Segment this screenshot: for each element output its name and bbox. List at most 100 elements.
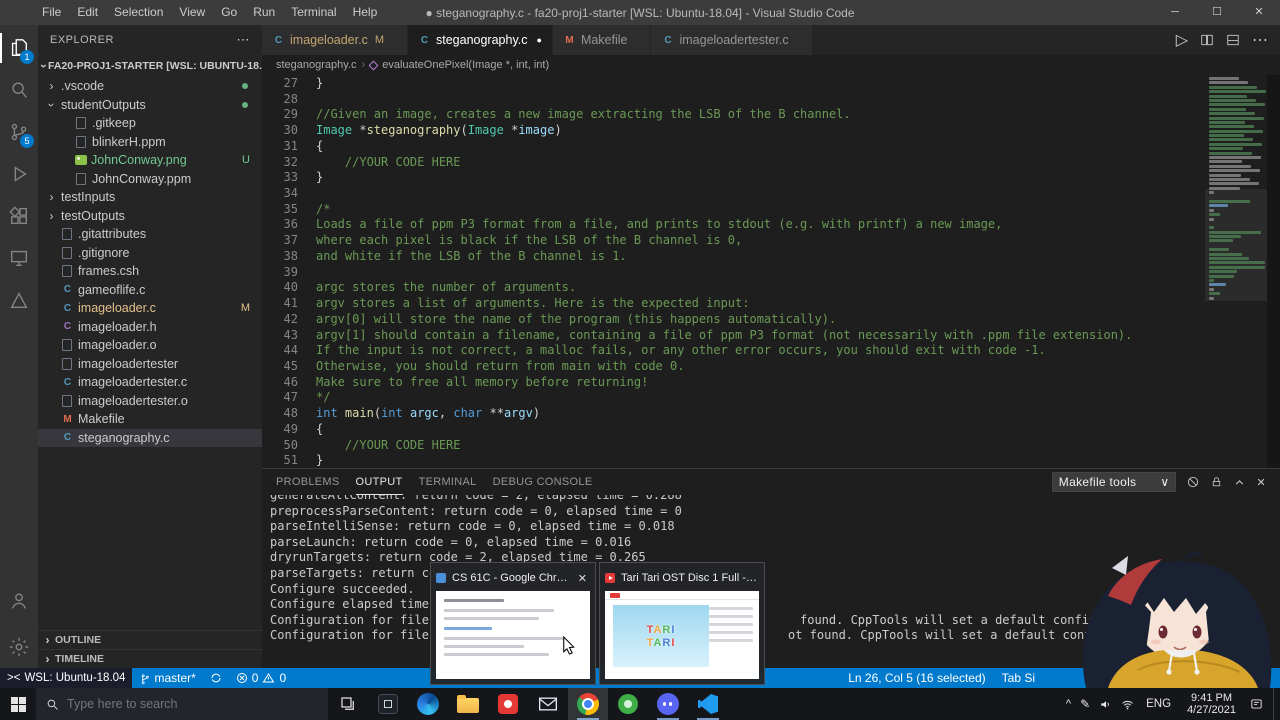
mail-icon[interactable] bbox=[528, 688, 568, 720]
tab-Makefile[interactable]: M Makefile bbox=[552, 25, 652, 55]
split-editor-icon[interactable] bbox=[1200, 33, 1214, 47]
close-button[interactable]: ✕ bbox=[1238, 0, 1280, 25]
notification-center-icon[interactable] bbox=[1249, 697, 1264, 711]
menu-edit[interactable]: Edit bbox=[69, 0, 106, 25]
red-app-icon[interactable] bbox=[488, 688, 528, 720]
explorer-more-icon[interactable]: ⋯ bbox=[237, 32, 251, 48]
line-number[interactable]: 39 bbox=[262, 265, 298, 281]
file-imageloader.h[interactable]: Cimageloader.h bbox=[38, 318, 262, 337]
editor-scrollbar[interactable] bbox=[1267, 75, 1280, 468]
minimize-button[interactable]: ─ bbox=[1154, 0, 1196, 25]
code-line[interactable]: 50 //YOUR CODE HERE bbox=[262, 438, 1205, 454]
run-debug-icon[interactable] bbox=[0, 153, 38, 195]
sync-button[interactable] bbox=[203, 668, 229, 688]
file-JohnConway.ppm[interactable]: JohnConway.ppm bbox=[38, 170, 262, 189]
line-number[interactable]: 35 bbox=[262, 202, 298, 218]
menu-file[interactable]: File bbox=[34, 0, 69, 25]
breadcrumb-file[interactable]: steganography.c bbox=[276, 59, 357, 71]
line-number[interactable]: 51 bbox=[262, 453, 298, 468]
outline-section[interactable]: › OUTLINE bbox=[38, 630, 262, 649]
tray-expand-icon[interactable]: ^ bbox=[1066, 698, 1071, 710]
code-line[interactable]: 46 Make sure to free all memory before re… bbox=[262, 375, 1205, 391]
clear-output-icon[interactable] bbox=[1186, 475, 1200, 489]
line-number[interactable]: 45 bbox=[262, 359, 298, 375]
line-number[interactable]: 28 bbox=[262, 92, 298, 108]
line-number[interactable]: 48 bbox=[262, 406, 298, 422]
menu-terminal[interactable]: Terminal bbox=[283, 0, 344, 25]
menu-go[interactable]: Go bbox=[213, 0, 245, 25]
git-branch-indicator[interactable]: master* bbox=[132, 668, 202, 688]
menu-help[interactable]: Help bbox=[345, 0, 386, 25]
pen-icon[interactable]: ✎ bbox=[1080, 697, 1090, 711]
line-number[interactable]: 32 bbox=[262, 155, 298, 171]
edge-icon[interactable] bbox=[408, 688, 448, 720]
line-number[interactable]: 49 bbox=[262, 422, 298, 438]
line-number[interactable]: 36 bbox=[262, 217, 298, 233]
file-.gitattributes[interactable]: .gitattributes bbox=[38, 225, 262, 244]
line-number[interactable]: 44 bbox=[262, 343, 298, 359]
run-file-icon[interactable]: ▷ bbox=[1176, 30, 1188, 50]
start-button[interactable] bbox=[0, 688, 36, 720]
discord-icon[interactable] bbox=[648, 688, 688, 720]
search-input[interactable] bbox=[67, 697, 297, 711]
code-line[interactable]: 28 bbox=[262, 92, 1205, 108]
test-icon[interactable] bbox=[0, 279, 38, 321]
dirty-dot-icon[interactable]: ● bbox=[537, 35, 542, 45]
code-line[interactable]: 45 Otherwise, you should return from main… bbox=[262, 359, 1205, 375]
vscode-icon[interactable] bbox=[688, 688, 728, 720]
file-imageloadertester.c[interactable]: Cimageloadertester.c bbox=[38, 373, 262, 392]
preview-card-taritari[interactable]: Tari Tari OST Disc 1 Full - Y... TARI TAR… bbox=[599, 562, 765, 685]
code-line[interactable]: 27} bbox=[262, 76, 1205, 92]
code-line[interactable]: 35 /* bbox=[262, 202, 1205, 218]
minimap[interactable] bbox=[1205, 75, 1267, 468]
cursor-position[interactable]: Ln 26, Col 5 (16 selected) bbox=[848, 671, 985, 685]
project-folder-header[interactable]: › FA20-PROJ1-STARTER [WSL: UBUNTU-18.04] bbox=[38, 55, 262, 77]
line-number[interactable]: 29 bbox=[262, 107, 298, 123]
breadcrumb-symbol[interactable]: evaluateOnePixel(Image *, int, int) bbox=[382, 59, 549, 71]
file-JohnConway.png[interactable]: JohnConway.png U bbox=[38, 151, 262, 170]
line-number[interactable]: 37 bbox=[262, 233, 298, 249]
remote-explorer-icon[interactable] bbox=[0, 237, 38, 279]
file-testOutputs[interactable]: › testOutputs bbox=[38, 207, 262, 226]
file-gameoflife.c[interactable]: Cgameoflife.c bbox=[38, 281, 262, 300]
code-line[interactable]: 40 argc stores the number of arguments. bbox=[262, 280, 1205, 296]
preview-card-cs61c[interactable]: CS 61C - Google Chrome ✕ bbox=[430, 562, 596, 685]
line-number[interactable]: 42 bbox=[262, 312, 298, 328]
line-number[interactable]: 46 bbox=[262, 375, 298, 391]
network-icon[interactable] bbox=[1121, 698, 1134, 711]
tab-size-indicator[interactable]: Tab Si bbox=[1002, 671, 1035, 685]
file-.gitkeep[interactable]: .gitkeep bbox=[38, 114, 262, 133]
menu-view[interactable]: View bbox=[171, 0, 213, 25]
breadcrumb[interactable]: steganography.c › evaluateOnePixel(Image… bbox=[262, 55, 1280, 75]
close-panel-icon[interactable]: ✕ bbox=[1256, 476, 1266, 489]
remote-indicator[interactable]: >< WSL: Ubuntu-18.04 bbox=[0, 668, 133, 688]
maximize-panel-icon[interactable] bbox=[1233, 476, 1246, 489]
file-imageloadertester.o[interactable]: imageloadertester.o bbox=[38, 392, 262, 411]
output-log[interactable]: generateAllContent: return code = 2, ela… bbox=[262, 495, 1280, 668]
account-icon[interactable] bbox=[0, 580, 38, 622]
code-line[interactable]: 38 and white if the LSB of the B channel … bbox=[262, 249, 1205, 265]
panel-tab-problems[interactable]: PROBLEMS bbox=[276, 470, 340, 494]
file-frames.csh[interactable]: frames.csh bbox=[38, 262, 262, 281]
code-line[interactable]: 33} bbox=[262, 170, 1205, 186]
code-line[interactable]: 37 where each pixel is black if the LSB o… bbox=[262, 233, 1205, 249]
code-line[interactable]: 39 bbox=[262, 265, 1205, 281]
file-explorer-icon[interactable] bbox=[448, 688, 488, 720]
file-imageloader.c[interactable]: Cimageloader.c M bbox=[38, 299, 262, 318]
source-control-icon[interactable]: 5 bbox=[0, 111, 38, 153]
code-line[interactable]: 29 //Given an image, creates a new image … bbox=[262, 107, 1205, 123]
layout-icon[interactable] bbox=[1226, 33, 1240, 47]
search-icon[interactable] bbox=[0, 69, 38, 111]
code-line[interactable]: 41 argv stores a list of arguments. Here … bbox=[262, 296, 1205, 312]
code-line[interactable]: 51} bbox=[262, 453, 1205, 468]
code-editor[interactable]: 27} 28 29//Given an image, creates a new i… bbox=[262, 75, 1205, 468]
taskbar-search[interactable] bbox=[36, 688, 328, 720]
dark-app-icon[interactable] bbox=[368, 688, 408, 720]
lock-scroll-icon[interactable] bbox=[1210, 475, 1223, 489]
code-line[interactable]: 42 argv[0] will store the name of the pro… bbox=[262, 312, 1205, 328]
code-line[interactable]: 44 If the input is not correct, a malloc … bbox=[262, 343, 1205, 359]
file-steganography.c[interactable]: Csteganography.c bbox=[38, 428, 262, 447]
language-indicator[interactable]: ENG bbox=[1143, 698, 1174, 710]
output-channel-dropdown[interactable]: Makefile tools ∨ bbox=[1051, 472, 1177, 492]
file-testInputs[interactable]: › testInputs bbox=[38, 188, 262, 207]
